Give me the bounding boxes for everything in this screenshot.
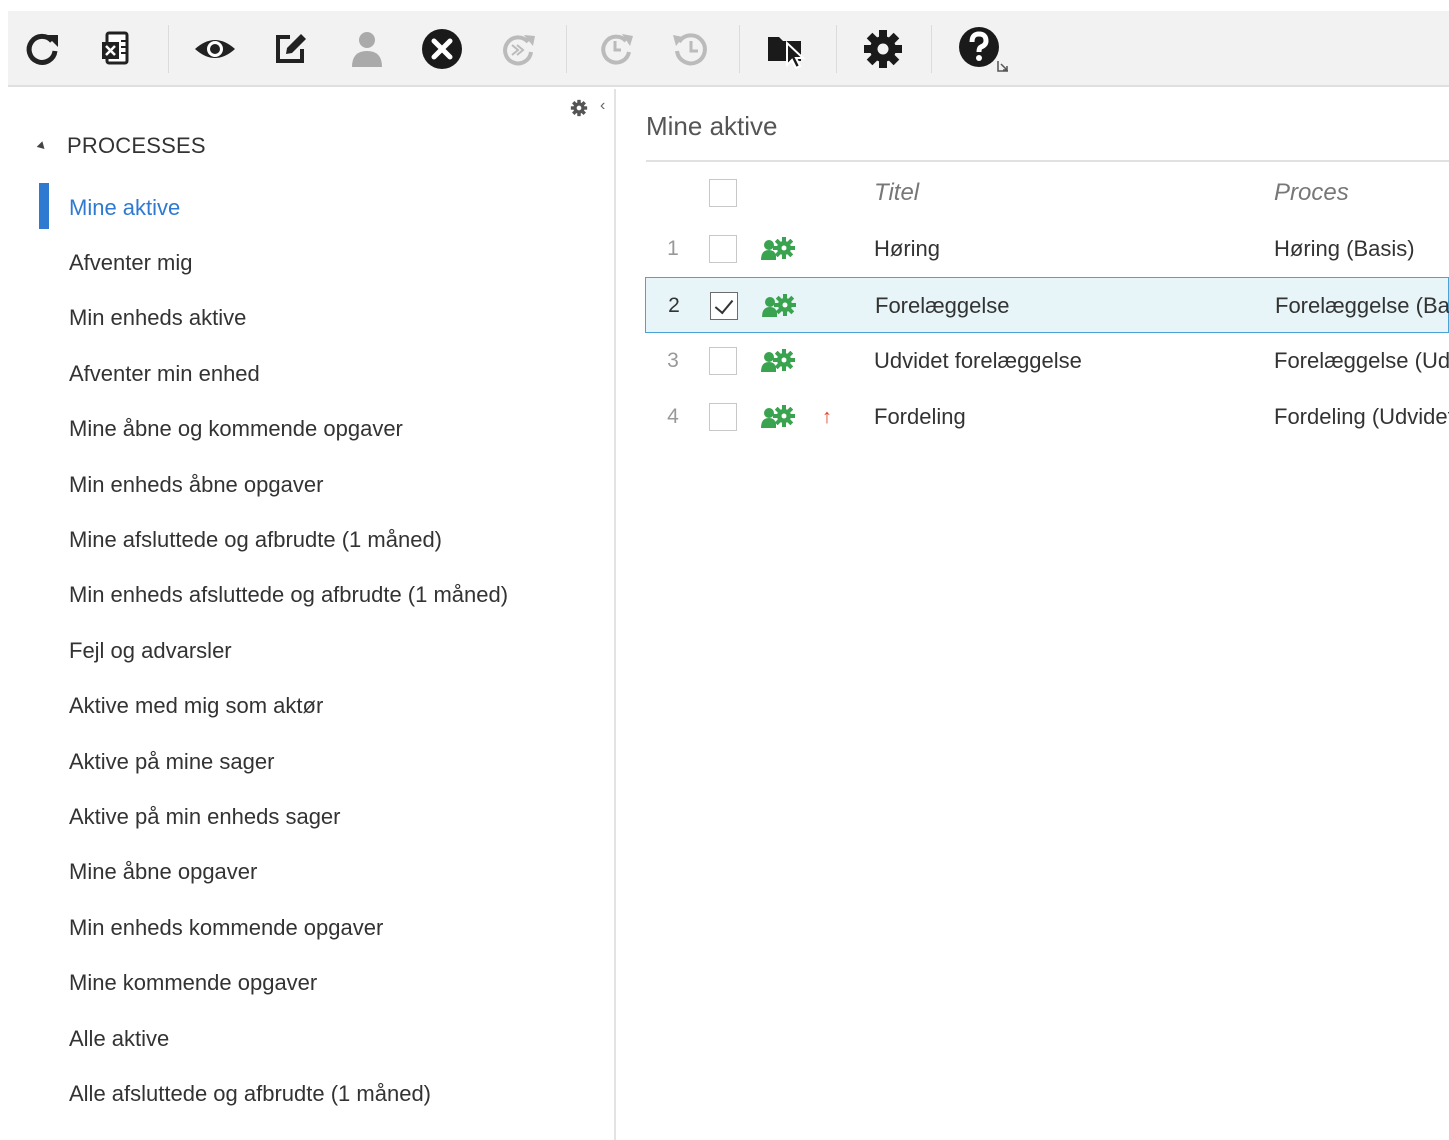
priority-up-icon: ↑ <box>822 405 832 428</box>
row-titel: Udvidet forelæggelse <box>874 348 1082 373</box>
process-icon <box>761 278 797 334</box>
user-button[interactable] <box>341 23 393 75</box>
row-titel: Fordeling <box>874 404 966 429</box>
row-checkbox[interactable] <box>710 292 738 320</box>
expand-triangle-icon <box>36 140 48 152</box>
edit-icon <box>276 34 306 63</box>
excel-export-icon <box>102 31 129 65</box>
row-number: 2 <box>668 294 680 317</box>
sidebar-settings-icon[interactable] <box>570 99 588 117</box>
sidebar-item[interactable]: Min enheds åbne opgaver <box>8 457 614 512</box>
section-header-processes[interactable]: PROCESSES <box>36 129 206 163</box>
sidebar-item[interactable]: Mine kommende opgaver <box>8 955 614 1010</box>
table-row[interactable]: 3 Udvidet forelæggelse Forelæggelse (Udvid… <box>645 333 1449 389</box>
row-proces: Fordeling (Udvidet) <box>1274 404 1449 429</box>
redo-button[interactable] <box>590 23 642 75</box>
priority-up-icon <box>817 221 837 277</box>
toolbar-separator <box>931 25 932 73</box>
priority-up-icon <box>818 278 838 334</box>
cancel-button[interactable] <box>416 23 468 75</box>
refresh-button[interactable] <box>16 23 68 75</box>
column-header-proces[interactable]: Proces <box>1274 165 1449 221</box>
sidebar: ‹ PROCESSES Mine aktive Afventer mig Min e… <box>8 89 616 1140</box>
process-icon <box>760 389 796 445</box>
table-row[interactable]: 2 Forelæggelse Forelæggelse (Basis) <box>645 277 1449 333</box>
sidebar-item[interactable]: Mine afsluttede og afbrudte (1 måned) <box>8 512 614 567</box>
sidebar-item[interactable]: Alle aktive <box>8 1011 614 1066</box>
toolbar-separator <box>566 25 567 73</box>
row-proces: Forelæggelse (Basis) <box>1275 293 1449 318</box>
sidebar-item[interactable]: Min enheds aktive <box>8 291 614 346</box>
sidebar-item[interactable]: Mine aktive <box>8 180 614 235</box>
sidebar-item[interactable]: Min enheds afsluttede og afbrudte (1 mån… <box>8 568 614 623</box>
select-folder-button[interactable] <box>761 23 813 75</box>
process-icon <box>760 221 796 277</box>
forward-button[interactable] <box>492 23 544 75</box>
main-panel: Mine aktive Titel Proces 1 Høring Høring (… <box>618 89 1449 1140</box>
refresh-icon <box>26 33 58 65</box>
user-icon <box>352 32 382 67</box>
sidebar-item[interactable]: Alle afsluttede og afbrudte (1 måned) <box>8 1066 614 1121</box>
priority-up-icon <box>817 333 837 389</box>
row-proces: Høring (Basis) <box>1274 236 1415 261</box>
toolbar-separator <box>168 25 169 73</box>
row-checkbox[interactable] <box>709 235 737 263</box>
column-header-titel[interactable]: Titel <box>874 165 1254 221</box>
sidebar-item[interactable]: Mine åbne opgaver <box>8 845 614 900</box>
grid-header: Titel Proces <box>645 165 1449 221</box>
toolbar <box>8 11 1449 87</box>
row-checkbox[interactable] <box>709 403 737 431</box>
export-excel-button[interactable] <box>90 23 142 75</box>
collapse-sidebar-icon[interactable]: ‹ <box>600 97 605 115</box>
gear-icon <box>864 30 902 68</box>
sidebar-tools: ‹ <box>568 95 618 119</box>
row-number: 3 <box>667 349 679 372</box>
help-button[interactable] <box>954 23 1018 75</box>
edit-button[interactable] <box>264 23 316 75</box>
table-row[interactable]: 1 Høring Høring (Basis) <box>645 221 1449 277</box>
history-icon <box>673 33 707 66</box>
nav-list: Mine aktive Afventer mig Min enheds aktive… <box>8 180 614 1122</box>
redo-clock-icon <box>601 34 633 65</box>
forward-icon <box>503 35 535 66</box>
close-circle-icon <box>422 29 462 69</box>
sidebar-item[interactable]: Aktive på mine sager <box>8 734 614 789</box>
sidebar-item[interactable]: Mine åbne og kommende opgaver <box>8 402 614 457</box>
row-titel: Forelæggelse <box>875 293 1010 318</box>
sidebar-item[interactable]: Min enheds kommende opgaver <box>8 900 614 955</box>
row-proces: Forelæggelse (Udvidet) <box>1274 348 1449 373</box>
process-icon <box>760 333 796 389</box>
title-divider <box>646 160 1449 162</box>
sidebar-item[interactable]: Aktive med mig som aktør <box>8 679 614 734</box>
sidebar-item[interactable]: Fejl og advarsler <box>8 623 614 678</box>
sidebar-item[interactable]: Afventer min enhed <box>8 346 614 401</box>
row-number: 1 <box>667 237 679 260</box>
row-titel: Høring <box>874 236 941 261</box>
view-button[interactable] <box>189 23 241 75</box>
folder-cursor-icon <box>768 37 806 69</box>
settings-button[interactable] <box>857 23 909 75</box>
row-number: 4 <box>667 405 679 428</box>
select-all-checkbox[interactable] <box>709 179 737 207</box>
history-button[interactable] <box>664 23 716 75</box>
row-checkbox[interactable] <box>709 347 737 375</box>
section-title: PROCESSES <box>67 133 206 158</box>
sidebar-item[interactable]: Afventer mig <box>8 235 614 290</box>
table-row[interactable]: 4 ↑ Fordeling Fordeling (Udvidet) <box>645 389 1449 445</box>
eye-icon <box>195 40 235 58</box>
sidebar-item[interactable]: Aktive på min enheds sager <box>8 789 614 844</box>
help-icon <box>959 27 1008 72</box>
page-title: Mine aktive <box>646 111 778 141</box>
toolbar-separator <box>836 25 837 73</box>
toolbar-separator <box>739 25 740 73</box>
